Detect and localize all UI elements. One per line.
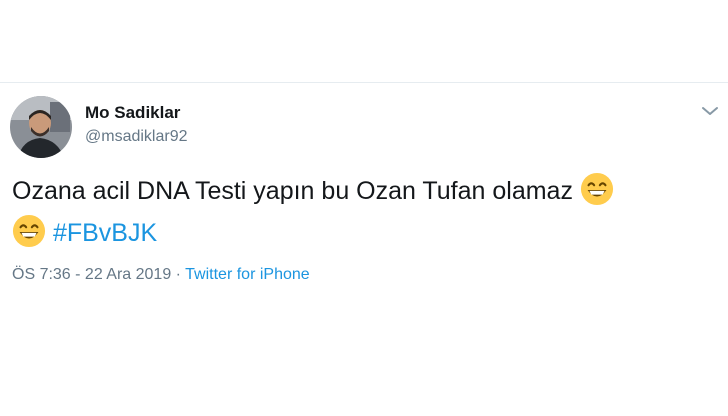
grinning-face-with-smiling-eyes-icon bbox=[580, 172, 613, 206]
display-name[interactable]: Mo Sadiklar bbox=[85, 103, 180, 123]
avatar-photo bbox=[10, 96, 72, 158]
top-divider bbox=[0, 82, 728, 83]
chevron-down-icon[interactable] bbox=[700, 103, 720, 119]
tweet-meta: ÖS 7:36 - 22 Ara 2019 · Twitter for iPho… bbox=[12, 266, 310, 284]
tweet-text: Ozana acil DNA Testi yapın bu Ozan Tufan… bbox=[12, 170, 702, 254]
tweet-source-link[interactable]: Twitter for iPhone bbox=[185, 266, 310, 283]
tweet-time[interactable]: ÖS 7:36 bbox=[12, 266, 71, 283]
tweet-date[interactable]: 22 Ara 2019 bbox=[85, 266, 171, 283]
grinning-face-with-smiling-eyes-icon bbox=[12, 214, 46, 248]
hashtag-link[interactable]: #FBvBJK bbox=[53, 219, 157, 247]
meta-separator: - bbox=[70, 266, 85, 283]
user-handle[interactable]: @msadiklar92 bbox=[85, 128, 188, 146]
avatar[interactable] bbox=[10, 96, 72, 158]
meta-separator: · bbox=[171, 266, 186, 283]
tweet-text-main: Ozana acil DNA Testi yapın bu Ozan Tufan… bbox=[12, 177, 573, 205]
